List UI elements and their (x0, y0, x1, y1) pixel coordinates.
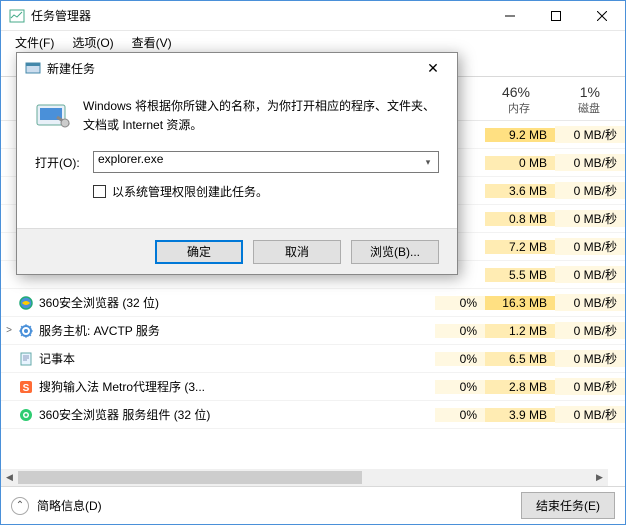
process-icon (17, 295, 35, 311)
memory-cell: 5.5 MB (485, 268, 555, 282)
scroll-thumb[interactable] (18, 471, 362, 484)
table-row[interactable]: 360安全浏览器 服务组件 (32 位)0%3.9 MB0 MB/秒 (1, 401, 625, 429)
scroll-track[interactable] (18, 469, 591, 486)
col-disk-header[interactable]: 1% 磁盘 (538, 80, 608, 120)
memory-cell: 3.6 MB (485, 184, 555, 198)
scroll-right-button[interactable]: ▶ (591, 469, 608, 486)
cpu-cell: 0% (435, 296, 485, 310)
disk-cell: 0 MB/秒 (555, 350, 625, 367)
disk-cell: 0 MB/秒 (555, 294, 625, 311)
dialog-footer: 确定 取消 浏览(B)... (17, 228, 457, 274)
new-task-dialog: 新建任务 ✕ Windows 将根据你所键入的名称，为你打开相应的程序、文件夹、… (16, 52, 458, 275)
disk-cell: 0 MB/秒 (555, 126, 625, 143)
cpu-cell: 0% (435, 324, 485, 338)
menubar: 文件(F) 选项(O) 查看(V) (1, 31, 625, 53)
disk-cell: 0 MB/秒 (555, 154, 625, 171)
table-row[interactable]: 360安全浏览器 (32 位)0%16.3 MB0 MB/秒 (1, 289, 625, 317)
disk-cell: 0 MB/秒 (555, 182, 625, 199)
minimize-button[interactable] (487, 1, 533, 31)
open-label: 打开(O): (35, 154, 85, 171)
app-icon (9, 8, 25, 24)
close-button[interactable] (579, 1, 625, 31)
process-icon (17, 323, 35, 339)
svg-text:S: S (23, 383, 30, 394)
menu-file[interactable]: 文件(F) (7, 32, 62, 53)
col-memory-header[interactable]: 46% 内存 (468, 80, 538, 120)
menu-view[interactable]: 查看(V) (124, 32, 180, 53)
browse-button[interactable]: 浏览(B)... (351, 240, 439, 264)
disk-cell: 0 MB/秒 (555, 266, 625, 283)
maximize-button[interactable] (533, 1, 579, 31)
disk-cell: 0 MB/秒 (555, 378, 625, 395)
disk-cell: 0 MB/秒 (555, 406, 625, 423)
scroll-left-button[interactable]: ◀ (1, 469, 18, 486)
process-icon: S (17, 379, 35, 395)
dialog-icon (25, 60, 41, 76)
process-name: 搜狗输入法 Metro代理程序 (3... (39, 378, 435, 395)
ok-button[interactable]: 确定 (155, 240, 243, 264)
dialog-description: Windows 将根据你所键入的名称，为你打开相应的程序、文件夹、文档或 Int… (83, 97, 439, 135)
window-title: 任务管理器 (31, 7, 487, 24)
table-row[interactable]: S 搜狗输入法 Metro代理程序 (3...0%2.8 MB0 MB/秒 (1, 373, 625, 401)
process-icon (17, 351, 35, 367)
menu-options[interactable]: 选项(O) (64, 32, 121, 53)
disk-cell: 0 MB/秒 (555, 210, 625, 227)
memory-cell: 6.5 MB (485, 352, 555, 366)
table-row[interactable]: > 服务主机: AVCTP 服务0%1.2 MB0 MB/秒 (1, 317, 625, 345)
process-name: 记事本 (39, 350, 435, 367)
memory-cell: 1.2 MB (485, 324, 555, 338)
combo-dropdown-icon[interactable]: ▾ (421, 155, 435, 169)
memory-cell: 16.3 MB (485, 296, 555, 310)
brief-info-label[interactable]: 简略信息(D) (37, 497, 513, 514)
memory-cell: 9.2 MB (485, 128, 555, 142)
admin-checkbox-label: 以系统管理权限创建此任务。 (112, 183, 268, 200)
cpu-cell: 0% (435, 408, 485, 422)
run-icon (35, 97, 71, 133)
memory-cell: 2.8 MB (485, 380, 555, 394)
open-input[interactable]: explorer.exe ▾ (93, 151, 439, 173)
cancel-button[interactable]: 取消 (253, 240, 341, 264)
end-task-button[interactable]: 结束任务(E) (521, 492, 615, 519)
memory-cell: 0.8 MB (485, 212, 555, 226)
memory-cell: 3.9 MB (485, 408, 555, 422)
footer: ⌃ 简略信息(D) 结束任务(E) (1, 486, 625, 524)
process-name: 360安全浏览器 服务组件 (32 位) (39, 406, 435, 423)
memory-cell: 0 MB (485, 156, 555, 170)
process-icon (17, 407, 35, 423)
dialog-body: Windows 将根据你所键入的名称，为你打开相应的程序、文件夹、文档或 Int… (17, 83, 457, 228)
table-row[interactable]: 记事本0%6.5 MB0 MB/秒 (1, 345, 625, 373)
process-name: 360安全浏览器 (32 位) (39, 294, 435, 311)
process-name: 服务主机: AVCTP 服务 (39, 322, 435, 339)
open-input-value: explorer.exe (98, 152, 163, 166)
dialog-title: 新建任务 (47, 60, 417, 77)
toggle-details-icon[interactable]: ⌃ (11, 497, 29, 515)
horizontal-scrollbar[interactable]: ◀ ▶ (1, 469, 608, 486)
dialog-close-button[interactable]: ✕ (417, 56, 449, 80)
cpu-cell: 0% (435, 352, 485, 366)
expand-icon[interactable]: > (1, 325, 17, 336)
disk-cell: 0 MB/秒 (555, 322, 625, 339)
window-controls (487, 1, 625, 31)
admin-checkbox[interactable] (93, 185, 106, 198)
dialog-titlebar: 新建任务 ✕ (17, 53, 457, 83)
titlebar: 任务管理器 (1, 1, 625, 31)
cpu-cell: 0% (435, 380, 485, 394)
disk-cell: 0 MB/秒 (555, 238, 625, 255)
memory-cell: 7.2 MB (485, 240, 555, 254)
